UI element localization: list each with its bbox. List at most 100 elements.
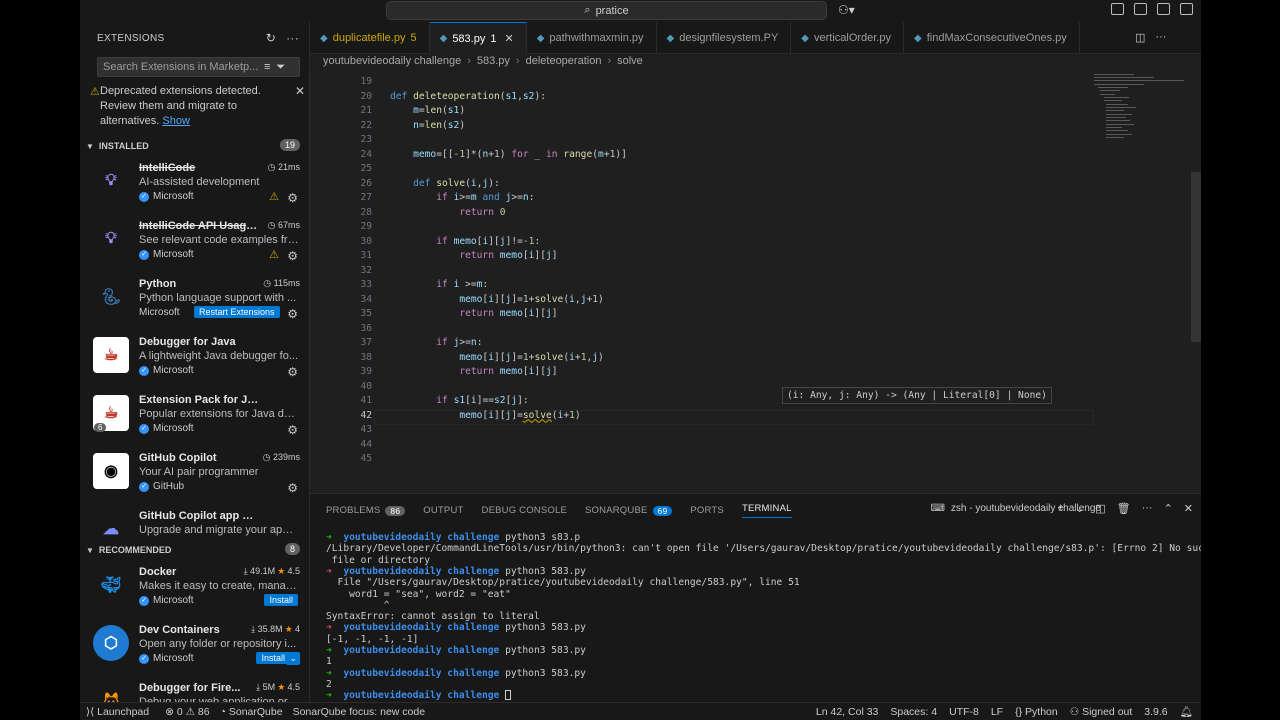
- panel-tab-label: DEBUG CONSOLE: [481, 505, 568, 516]
- breadcrumb-item[interactable]: youtubevideodaily challenge: [323, 55, 461, 67]
- extension-item[interactable]: 💡︎ IntelliCode API Usage ... ◷ 67ms See rel…: [80, 216, 310, 274]
- panel-tab-terminal[interactable]: TERMINAL: [741, 503, 792, 518]
- recommended-extension-item[interactable]: 🐳︎ Docker ⤓ 49.1M ★ 4.5 Makes it easy to cr…: [80, 562, 310, 620]
- editor-tab[interactable]: ◆ verticalOrder.py: [791, 22, 905, 54]
- split-terminal-icon[interactable]: ◫: [1095, 502, 1105, 515]
- extension-item[interactable]: 💡︎ IntelliCode ◷ 21ms AI-assisted developme…: [80, 158, 310, 216]
- tab-label: duplicatefile.py: [332, 32, 406, 44]
- recommended-section-header[interactable]: ▼ RECOMMENDED 8: [80, 540, 310, 560]
- panel-tab-sonarqube[interactable]: SONARQUBE 69: [585, 503, 673, 518]
- verified-icon: ✓: [139, 595, 149, 606]
- customize-layout-icon[interactable]: [1180, 3, 1193, 15]
- extension-item[interactable]: ☕︎ Debugger for Java A lightweight Java de…: [80, 332, 310, 390]
- sonarqube-indicator[interactable]: ◔ SonarQube: [220, 706, 283, 718]
- close-panel-icon[interactable]: ✕: [1184, 502, 1193, 515]
- extension-item[interactable]: 🐍︎ Python ◷ 115ms Python language support w…: [80, 274, 310, 332]
- line-number: 28: [360, 206, 372, 218]
- toggle-secondary-sidebar-icon[interactable]: [1134, 3, 1147, 15]
- extension-description: AI-assisted development: [139, 176, 260, 188]
- encoding[interactable]: UTF-8: [949, 706, 979, 718]
- gear-icon[interactable]: ⚙: [287, 249, 298, 263]
- panel-tab-problems[interactable]: PROBLEMS 86: [326, 503, 406, 518]
- extensions-search-input[interactable]: [98, 61, 258, 73]
- command-center[interactable]: ⌕ pratice: [386, 1, 827, 20]
- gear-icon[interactable]: ⚙: [287, 481, 298, 495]
- right-letterbox: [1201, 0, 1280, 720]
- editor-tab[interactable]: ◆ designfilesystem.PY: [657, 22, 792, 54]
- copilot-icon[interactable]: ⚇▾: [838, 3, 855, 17]
- extension-logo-icon: ⬡: [93, 625, 129, 661]
- chevron-down-icon: ▼: [86, 545, 94, 555]
- more-actions-icon[interactable]: ···: [1155, 31, 1166, 44]
- sonar-focus-indicator[interactable]: SonarQube focus: new code: [293, 706, 426, 718]
- panel-tab-output[interactable]: OUTPUT: [423, 503, 463, 518]
- code-line: n=len(s2): [413, 119, 466, 131]
- maximize-panel-icon[interactable]: ⌃: [1164, 502, 1173, 515]
- filter-icon[interactable]: ⏷: [276, 61, 285, 74]
- minimap[interactable]: [1094, 72, 1189, 142]
- extension-item[interactable]: ◉ GitHub Copilot ◷ 239ms Your AI pair progr…: [80, 448, 310, 506]
- extension-name: IntelliCode: [139, 162, 196, 174]
- install-dropdown-icon[interactable]: ⌄: [286, 652, 300, 665]
- problems-indicator[interactable]: ⊗ 0 ⚠ 86: [165, 706, 210, 718]
- cursor-position[interactable]: Ln 42, Col 33: [816, 706, 878, 718]
- publisher-name: Microsoft: [153, 595, 194, 606]
- line-number: 40: [360, 380, 372, 392]
- sidebar-header: EXTENSIONS ↻ ···: [80, 22, 309, 54]
- clear-filter-icon[interactable]: ≡: [264, 61, 270, 73]
- tab-problem-count: 5: [410, 32, 417, 44]
- new-terminal-icon[interactable]: +: [1058, 502, 1064, 515]
- breadcrumb-item[interactable]: deleteoperation: [526, 55, 602, 67]
- tab-problem-count: 1: [490, 32, 497, 45]
- indentation[interactable]: Spaces: 4: [890, 706, 937, 718]
- split-editor-icon[interactable]: ◫: [1135, 31, 1145, 44]
- installed-section-header[interactable]: ▼ INSTALLED 19: [80, 136, 310, 156]
- gear-icon[interactable]: ⚙: [287, 423, 298, 437]
- editor-tab[interactable]: ◆ 583.py 1 ✕: [429, 22, 527, 54]
- python-version[interactable]: 3.9.6: [1144, 706, 1167, 718]
- breadcrumb-item[interactable]: solve: [617, 55, 643, 67]
- remote-indicator[interactable]: ⟩⟨ Launchpad: [80, 706, 155, 718]
- panel-tab-debug-console[interactable]: DEBUG CONSOLE: [482, 503, 567, 518]
- extension-item[interactable]: ☕︎ Extension Pack for Java Popular extensi…: [80, 390, 310, 448]
- editor-tab[interactable]: ◆ pathwithmaxmin.py: [527, 22, 657, 54]
- chevron-down-icon[interactable]: ⌄: [1075, 502, 1084, 515]
- code-line: def deleteoperation(s1,s2):: [390, 90, 546, 102]
- refresh-icon[interactable]: ↻: [266, 31, 276, 45]
- deprecated-notice: ⚠ Deprecated extensions detected. Review…: [90, 84, 305, 129]
- line-number: 22: [360, 119, 372, 131]
- close-icon[interactable]: ✕: [295, 84, 305, 99]
- extension-logo-icon: 🐍︎: [100, 289, 122, 306]
- code-editor[interactable]: 19 20 def deleteoperation(s1,s2): 21 m=len(…: [310, 72, 1201, 492]
- close-tab-icon[interactable]: ✕: [504, 32, 513, 45]
- panel-tab-ports[interactable]: PORTS: [690, 503, 724, 518]
- trash-icon[interactable]: 🗑: [1117, 502, 1131, 515]
- breadcrumb-item[interactable]: 583.py: [477, 55, 510, 67]
- toggle-panel-icon[interactable]: [1157, 3, 1170, 15]
- gear-icon[interactable]: ⚙: [287, 365, 298, 379]
- account-status[interactable]: ⚇ Signed out: [1070, 706, 1133, 718]
- end-of-line[interactable]: LF: [991, 706, 1003, 718]
- terminal-icon: ⌨: [930, 503, 945, 514]
- more-actions-icon[interactable]: ···: [1142, 502, 1153, 515]
- activation-time-value: 21ms: [277, 162, 300, 172]
- install-button[interactable]: Install: [264, 594, 298, 606]
- extensions-search-box: ≡ ⏷: [97, 57, 300, 77]
- gear-icon[interactable]: ⚙: [287, 191, 298, 205]
- recommended-extension-item[interactable]: ⬡ Dev Containers ⤓ 35.8M ★ 4 Open any folde…: [80, 620, 310, 678]
- gear-icon[interactable]: ⚙: [287, 307, 298, 321]
- installed-count: 19: [279, 139, 300, 151]
- bell-icon[interactable]: 🔔︎: [1180, 705, 1193, 718]
- editor-tab[interactable]: ◆ findMaxConsecutiveOnes.py: [904, 22, 1080, 54]
- panel-tab-badge: 69: [652, 505, 673, 516]
- more-actions-icon[interactable]: ···: [286, 31, 299, 45]
- restart-extensions-button[interactable]: Restart Extensions: [194, 306, 280, 318]
- editor-scrollbar[interactable]: [1191, 172, 1201, 342]
- language-mode[interactable]: {} Python: [1015, 706, 1058, 718]
- notice-show-link[interactable]: Show: [162, 115, 190, 127]
- editor-tab[interactable]: ◆ duplicatefile.py 5: [310, 22, 430, 54]
- install-button[interactable]: Install: [256, 652, 290, 664]
- extension-name: Debugger for Java: [139, 336, 236, 348]
- extension-description: Popular extensions for Java de...: [139, 408, 299, 420]
- toggle-primary-sidebar-icon[interactable]: [1111, 3, 1124, 15]
